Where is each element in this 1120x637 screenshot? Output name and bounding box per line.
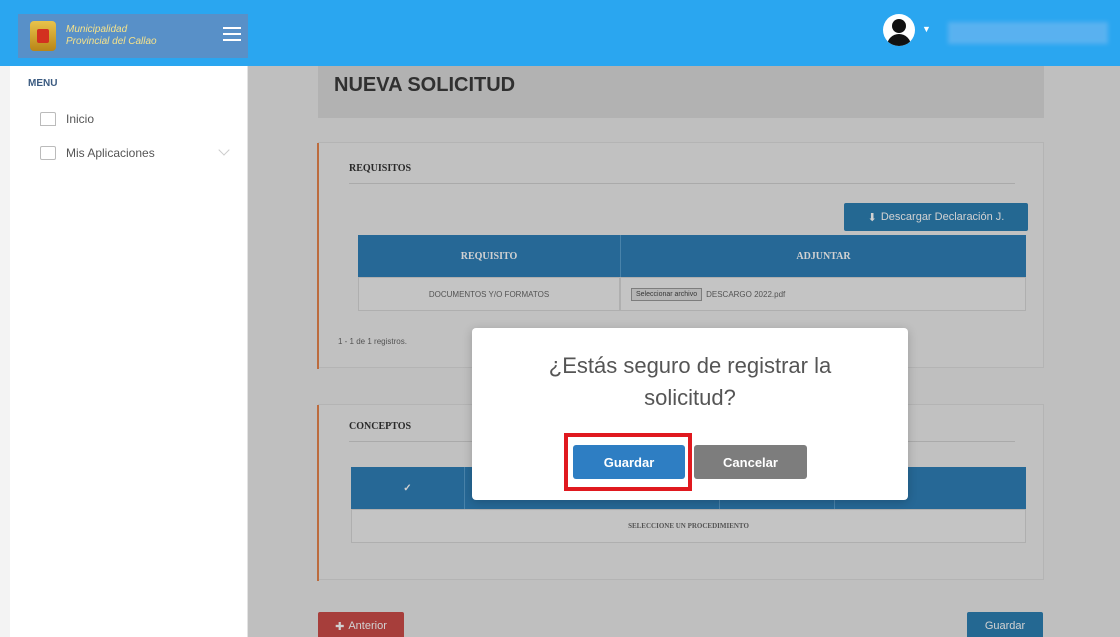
sidebar-item-inicio[interactable]: Inicio [40, 112, 94, 126]
folder-icon [40, 146, 56, 160]
cancel-button[interactable]: Cancelar [694, 445, 807, 479]
brand[interactable]: Municipalidad Provincial del Callao [18, 14, 248, 58]
chevron-down-icon[interactable] [218, 144, 230, 156]
user-avatar-icon[interactable] [883, 14, 915, 46]
municipal-logo-icon [30, 21, 56, 51]
user-name-redacted [948, 22, 1108, 44]
brand-text: Municipalidad Provincial del Callao [66, 24, 157, 48]
sidebar-item-label: Mis Aplicaciones [66, 146, 155, 160]
highlight-annotation [564, 433, 692, 491]
hamburger-menu-icon[interactable] [223, 27, 241, 43]
modal-message: ¿Estás seguro de registrar la solicitud? [548, 353, 832, 410]
top-bar: Municipalidad Provincial del Callao ▼ [0, 0, 1120, 66]
brand-line-2: Provincial del Callao [66, 36, 157, 47]
brand-line-1: Municipalidad [66, 24, 128, 35]
menu-title: MENU [28, 78, 58, 89]
chevron-down-icon[interactable]: ▼ [922, 24, 931, 34]
sidebar-item-label: Inicio [66, 112, 95, 126]
sidebar: MENU Inicio Mis Aplicaciones [0, 66, 248, 637]
sidebar-item-mis-aplicaciones[interactable]: Mis Aplicaciones [40, 146, 155, 160]
home-icon [40, 112, 56, 126]
